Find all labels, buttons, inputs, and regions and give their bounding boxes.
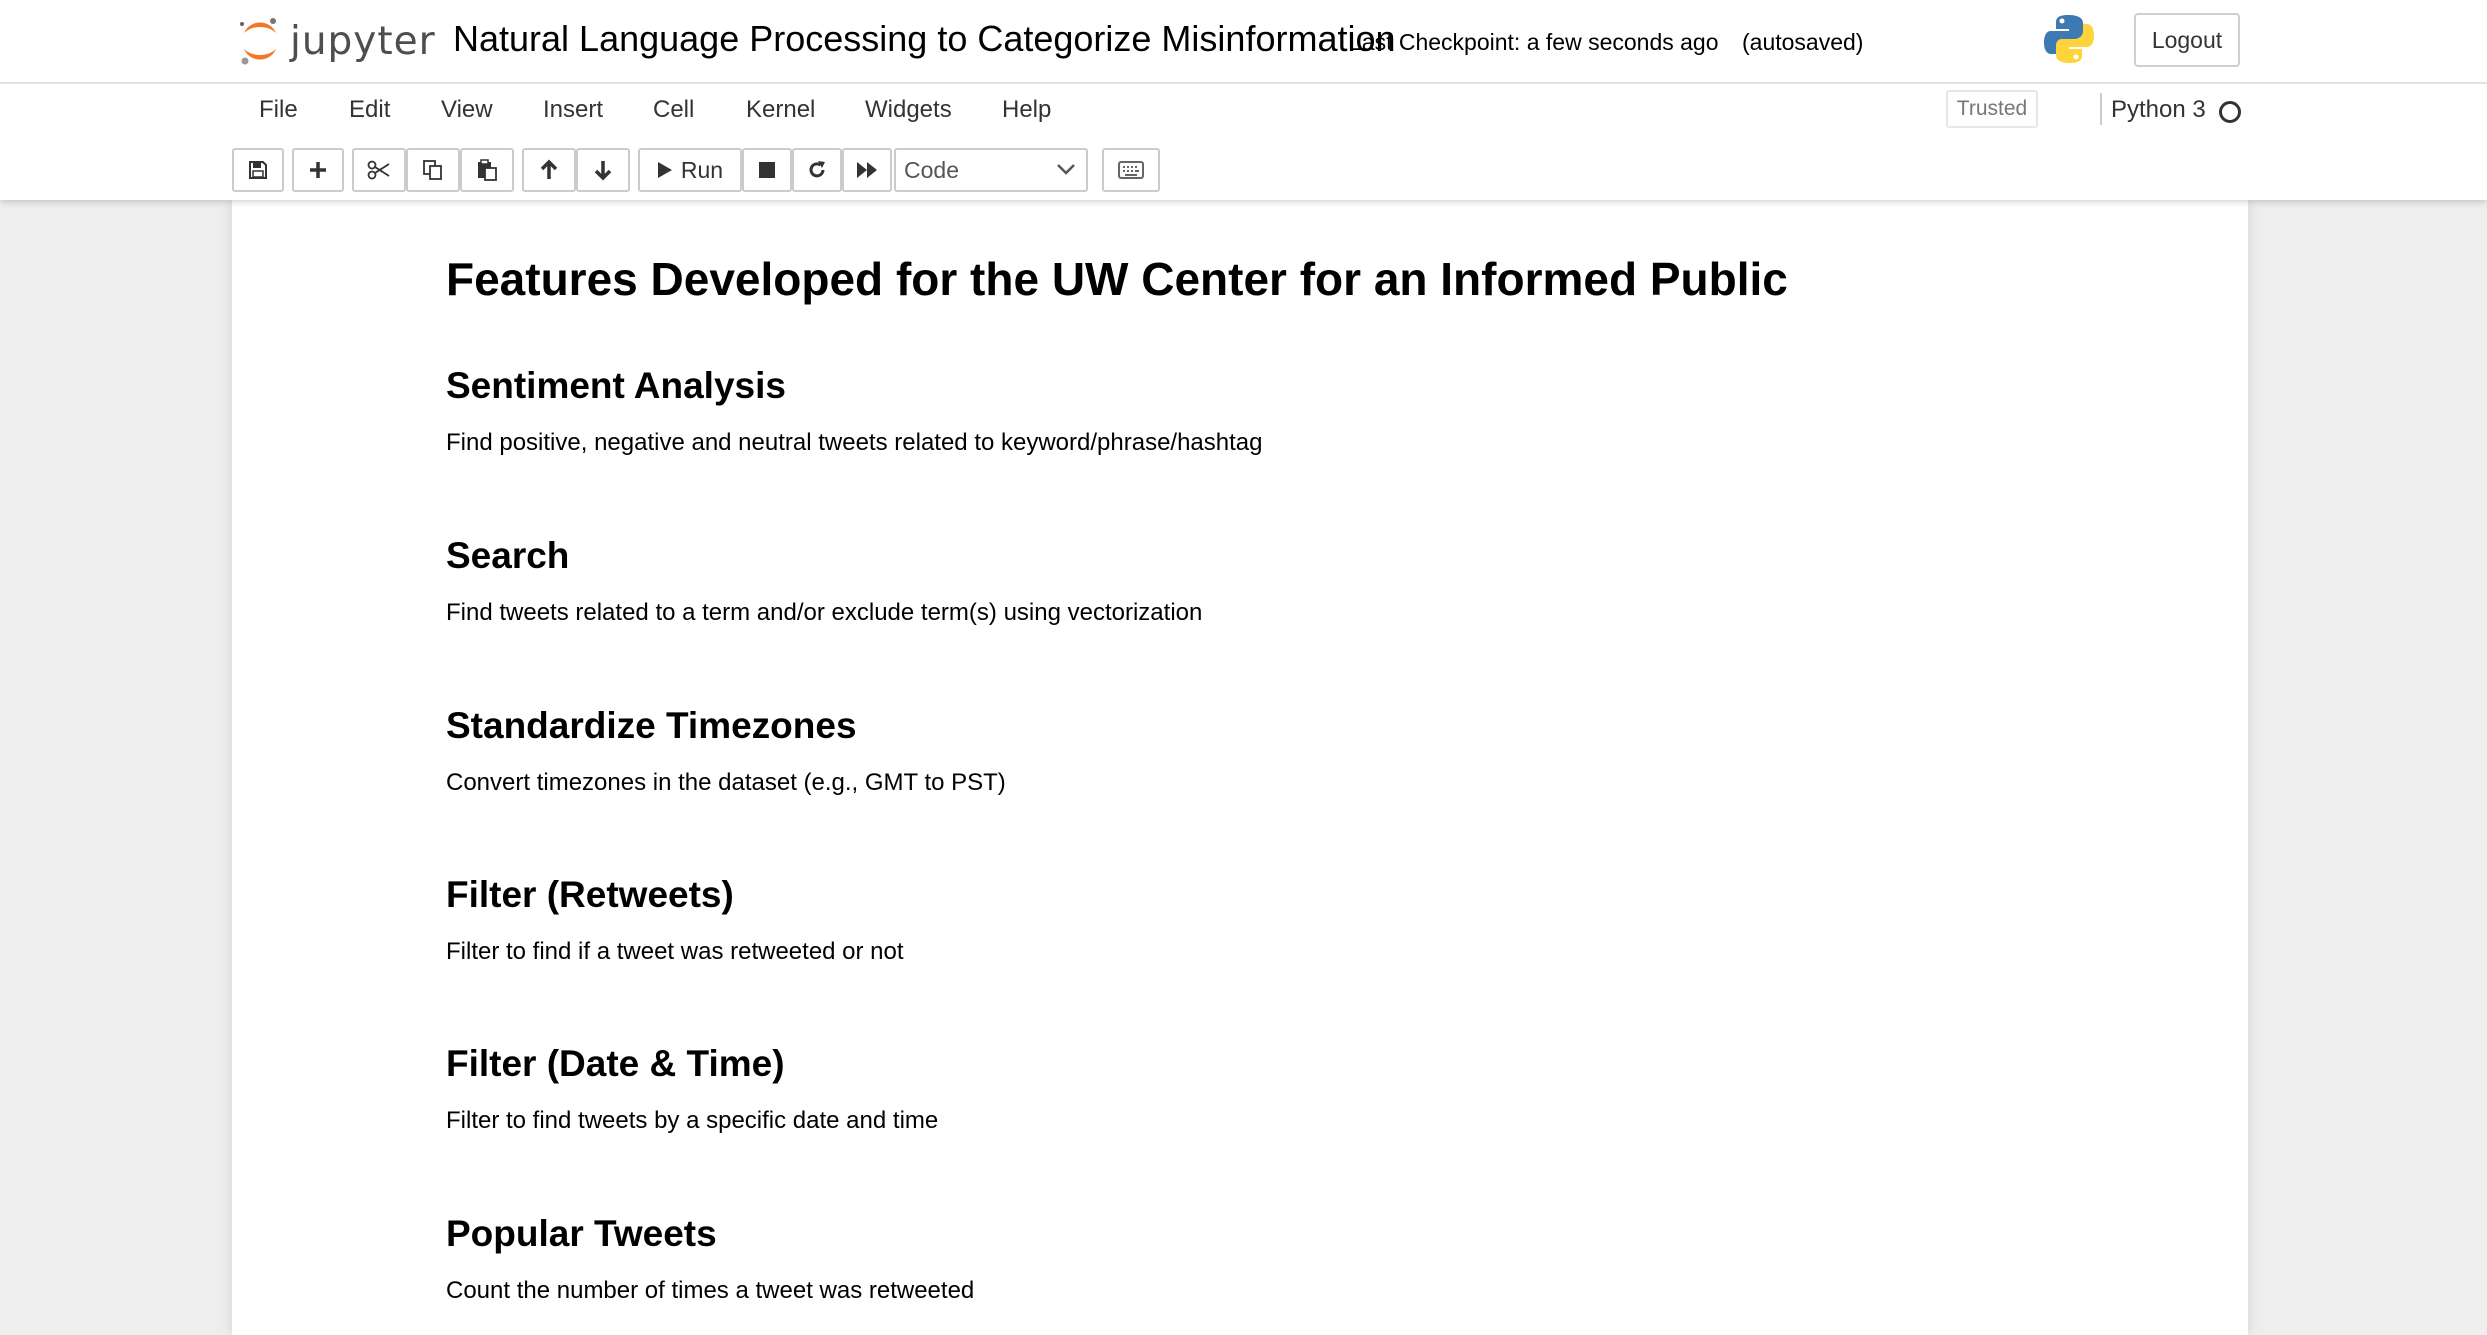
cut-button[interactable] <box>352 148 406 192</box>
cut-icon <box>367 160 390 180</box>
logout-button[interactable]: Logout <box>2134 13 2240 67</box>
toolbar: Run Code <box>232 148 2248 192</box>
run-label: Run <box>680 156 724 183</box>
menu-edit[interactable]: Edit <box>349 96 390 124</box>
copy-icon <box>423 160 442 180</box>
restart-button[interactable] <box>792 148 842 192</box>
fast-forward-icon <box>857 162 877 178</box>
kernel-separator <box>2100 93 2102 125</box>
section-heading: Popular Tweets <box>446 1213 717 1254</box>
section-text: Filter to find tweets by a specific date… <box>446 1107 939 1134</box>
section-heading: Filter (Retweets) <box>446 874 734 915</box>
command-palette-button[interactable] <box>1102 148 1160 192</box>
move-up-button[interactable] <box>522 148 576 192</box>
play-icon <box>657 162 672 178</box>
section-heading: Standardize Timezones <box>446 705 857 746</box>
checkpoint-status: Last Checkpoint: a few seconds ago <box>1349 29 1719 55</box>
arrow-up-icon <box>540 159 558 179</box>
section-text: Find tweets related to a term and/or exc… <box>446 599 1203 626</box>
copy-button[interactable] <box>406 148 460 192</box>
plus-icon <box>310 162 326 178</box>
kernel-idle-icon <box>2219 101 2241 123</box>
save-icon <box>249 161 267 179</box>
save-button[interactable] <box>232 148 284 192</box>
keyboard-icon <box>1118 161 1144 179</box>
jupyter-logo-icon <box>240 18 276 65</box>
restart-icon <box>809 161 825 178</box>
menu-widgets[interactable]: Widgets <box>865 96 952 124</box>
restart-run-all-button[interactable] <box>842 148 892 192</box>
menu-kernel[interactable]: Kernel <box>746 96 815 124</box>
insert-cell-button[interactable] <box>292 148 344 192</box>
paste-button[interactable] <box>460 148 514 192</box>
trusted-indicator[interactable]: Trusted <box>1946 90 2038 128</box>
jupyter-logo[interactable]: jupyter <box>238 14 436 68</box>
cell-type-select[interactable]: Code <box>894 148 1088 192</box>
run-button[interactable]: Run <box>638 148 742 192</box>
section-text: Find positive, negative and neutral twee… <box>446 429 1263 456</box>
section-text: Filter to find if a tweet was retweeted … <box>446 938 904 965</box>
notebook-header: jupyter Natural Language Processing to C… <box>0 0 2487 200</box>
python-logo-icon <box>2044 15 2094 63</box>
section-heading: Filter (Date & Time) <box>446 1043 785 1084</box>
section-text: Count the number of times a tweet was re… <box>446 1277 975 1304</box>
jupyter-logo-text: jupyter <box>290 18 436 64</box>
menu-file[interactable]: File <box>259 96 298 124</box>
chevron-down-icon <box>1057 164 1075 175</box>
menu-insert[interactable]: Insert <box>543 96 603 124</box>
section-text: Convert timezones in the dataset (e.g., … <box>446 769 1006 796</box>
stop-icon <box>759 162 775 178</box>
notebook-main-heading: Features Developed for the UW Center for… <box>446 253 1788 305</box>
paste-icon <box>478 159 497 181</box>
arrow-down-icon <box>594 161 612 181</box>
header-bar: jupyter Natural Language Processing to C… <box>0 0 2487 84</box>
notebook-container: Features Developed for the UW Center for… <box>232 200 2248 1335</box>
menu-view[interactable]: View <box>441 96 493 124</box>
menu-help[interactable]: Help <box>1002 96 1051 124</box>
kernel-name[interactable]: Python 3 <box>2111 96 2206 124</box>
section-heading: Sentiment Analysis <box>446 365 786 406</box>
menubar: File Edit View Insert Cell Kernel Widget… <box>232 88 2248 134</box>
cell-type-value: Code <box>904 156 959 183</box>
move-down-button[interactable] <box>576 148 630 192</box>
notebook-name[interactable]: Natural Language Processing to Categoriz… <box>453 18 1396 60</box>
section-heading: Search <box>446 535 570 576</box>
interrupt-button[interactable] <box>742 148 792 192</box>
autosave-status: (autosaved) <box>1742 29 1864 55</box>
menu-cell[interactable]: Cell <box>653 96 694 124</box>
